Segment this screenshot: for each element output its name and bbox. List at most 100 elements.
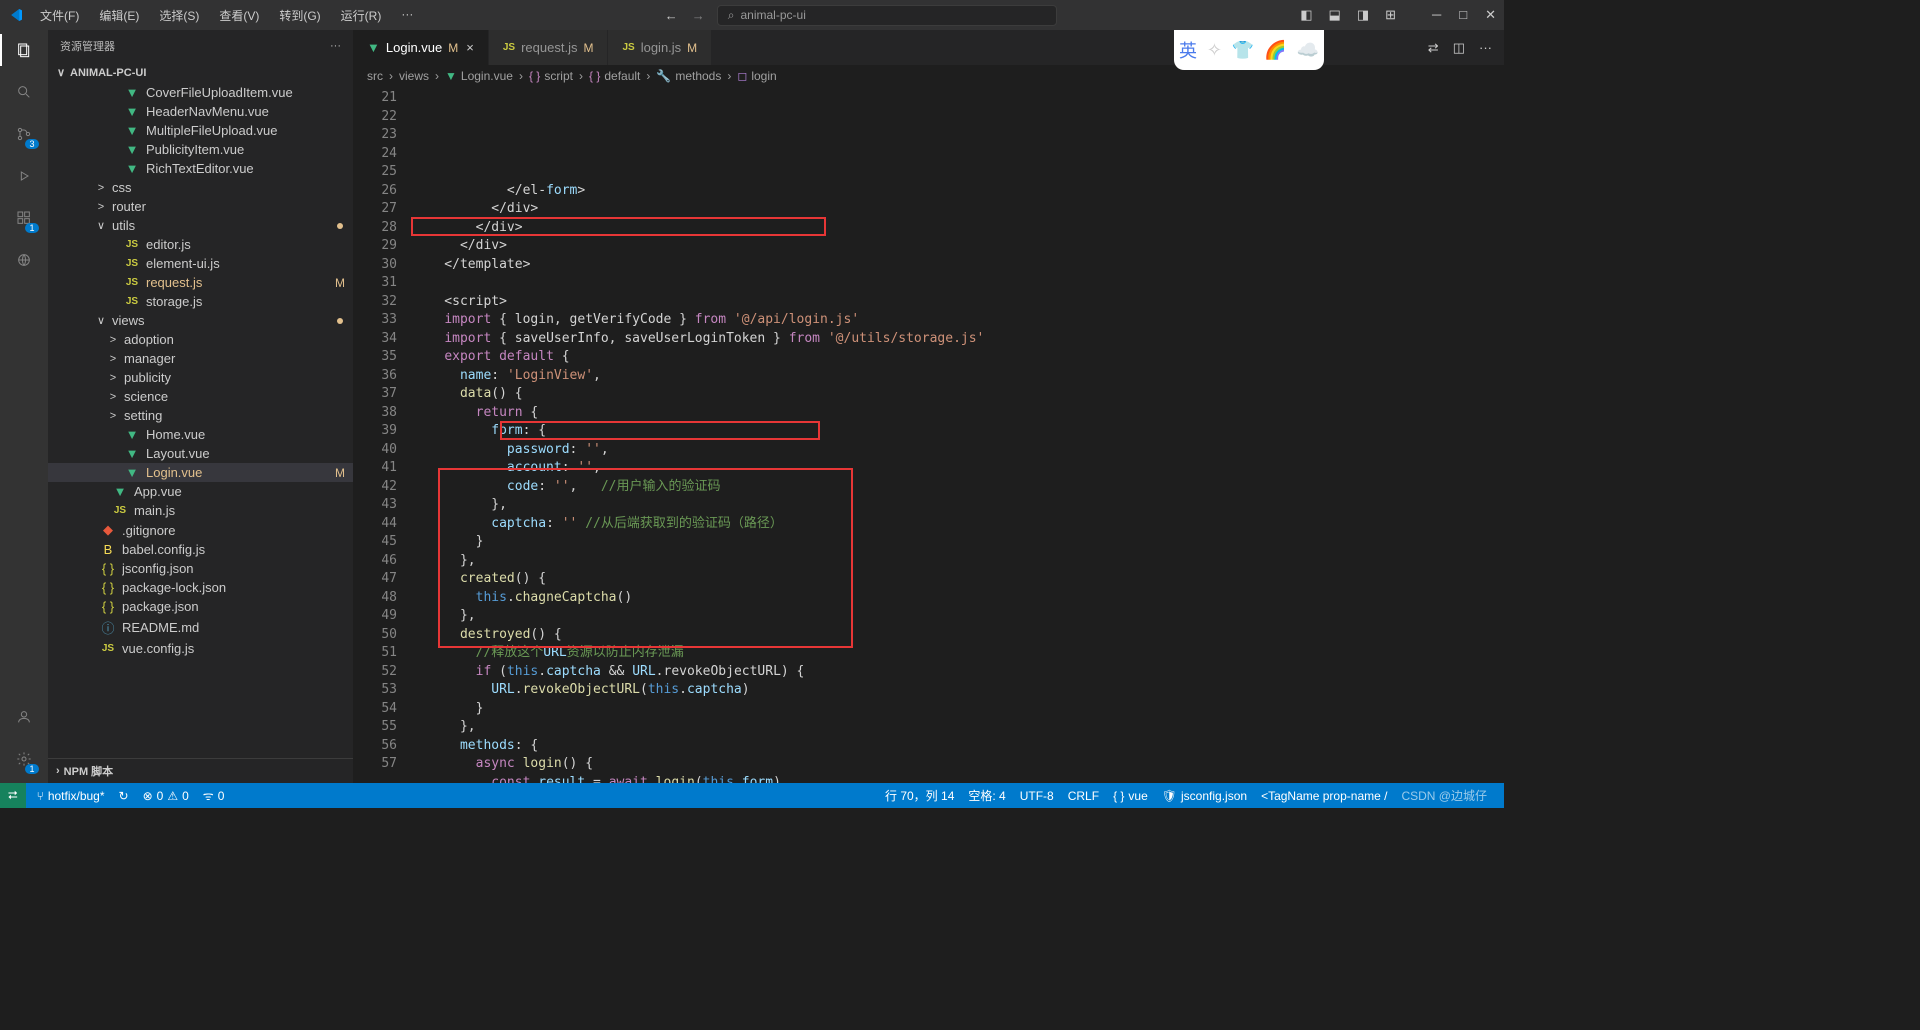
tree-file[interactable]: JSvue.config.js: [48, 639, 353, 658]
npm-scripts-section[interactable]: › NPM 脚本: [48, 758, 353, 783]
compare-icon[interactable]: ⇄: [1428, 40, 1439, 56]
tree-file[interactable]: ▼PublicityItem.vue: [48, 140, 353, 159]
jsconfig[interactable]: 🛡 jsconfig.json: [1155, 787, 1254, 804]
tree-file[interactable]: ▼App.vue: [48, 482, 353, 501]
breadcrumb-item[interactable]: src: [367, 69, 383, 83]
encoding[interactable]: UTF-8: [1013, 787, 1061, 804]
code-content[interactable]: </el-form> </div> </div> </div> </templa…: [413, 87, 1504, 783]
tree-file[interactable]: JSeditor.js: [48, 235, 353, 254]
ports[interactable]: ᯤ0: [196, 783, 232, 808]
extensions-icon[interactable]: 1: [12, 206, 36, 230]
tree-file[interactable]: JSmain.js: [48, 501, 353, 520]
tree-file[interactable]: ▼HeaderNavMenu.vue: [48, 102, 353, 121]
indentation[interactable]: 空格: 4: [961, 787, 1012, 804]
breadcrumb-item[interactable]: 🔧 methods: [656, 69, 721, 83]
more-actions-icon[interactable]: ···: [1479, 40, 1492, 56]
window-minimize-icon[interactable]: ─: [1432, 7, 1441, 23]
tree-folder[interactable]: >css: [48, 178, 353, 197]
git-sync[interactable]: ↻: [112, 783, 136, 808]
tree-file[interactable]: ⓘREADME.md: [48, 616, 353, 639]
vscode-logo-icon: [8, 7, 24, 23]
tree-folder[interactable]: ∨views: [48, 311, 353, 330]
tree-file[interactable]: ▼Login.vueM: [48, 463, 353, 482]
layout-customize-icon[interactable]: ⊞: [1385, 7, 1396, 23]
search-icon[interactable]: [12, 80, 36, 104]
tree-file[interactable]: ▼CoverFileUploadItem.vue: [48, 83, 353, 102]
breadcrumb-item[interactable]: ◻ login: [737, 69, 776, 83]
menu-item[interactable]: ···: [393, 3, 421, 28]
search-icon: ⌕: [728, 8, 735, 23]
editor-body[interactable]: 2122232425262728293031323334353637383940…: [353, 87, 1504, 783]
tree-file[interactable]: ▼Layout.vue: [48, 444, 353, 463]
layout-panel-bottom-icon[interactable]: ⬓: [1329, 7, 1341, 23]
cursor-position[interactable]: 行 70，列 14: [878, 787, 961, 804]
branch-icon: ⑂: [37, 789, 44, 803]
eol[interactable]: CRLF: [1061, 787, 1106, 804]
tree-file[interactable]: ◆.gitignore: [48, 520, 353, 540]
activity-bar: 3 1 1: [0, 30, 48, 783]
git-branch[interactable]: ⑂hotfix/bug*: [30, 783, 112, 808]
menu-item[interactable]: 查看(V): [211, 3, 267, 28]
menu-item[interactable]: 运行(R): [333, 3, 390, 28]
tree-folder[interactable]: >router: [48, 197, 353, 216]
tree-folder[interactable]: >manager: [48, 349, 353, 368]
settings-icon[interactable]: 1: [12, 747, 36, 771]
tree-folder[interactable]: >setting: [48, 406, 353, 425]
chevron-down-icon: ∨: [56, 66, 66, 79]
chevron-right-icon: ›: [56, 765, 60, 777]
menu-item[interactable]: 转到(G): [271, 3, 328, 28]
eslint-status[interactable]: <TagName prop-name /: [1254, 787, 1394, 804]
nav-back-icon[interactable]: ←: [665, 8, 678, 23]
split-editor-icon[interactable]: ◫: [1453, 40, 1465, 56]
remote-icon[interactable]: [12, 248, 36, 272]
layout-panel-right-icon[interactable]: ◨: [1357, 7, 1369, 23]
tree-folder[interactable]: >publicity: [48, 368, 353, 387]
breadcrumbs[interactable]: src› views›▼ Login.vue›{ } script›{ } de…: [353, 65, 1504, 87]
remote-icon: ⮂: [8, 788, 18, 803]
tree-file[interactable]: { }package.json: [48, 597, 353, 616]
tree-folder[interactable]: >adoption: [48, 330, 353, 349]
language-mode[interactable]: { } vue: [1106, 787, 1155, 804]
tree-file[interactable]: ▼MultipleFileUpload.vue: [48, 121, 353, 140]
window-maximize-icon[interactable]: □: [1459, 7, 1467, 23]
breadcrumb-item[interactable]: views: [399, 69, 429, 83]
tree-file[interactable]: JSelement-ui.js: [48, 254, 353, 273]
nav-forward-icon[interactable]: →: [692, 8, 705, 23]
problems[interactable]: ⊗0 ⚠0: [136, 783, 196, 808]
tree-file[interactable]: Bbabel.config.js: [48, 540, 353, 559]
sidebar-more-icon[interactable]: ···: [330, 40, 341, 52]
project-header[interactable]: ∨ ANIMAL-PC-UI: [48, 62, 353, 83]
tree-file[interactable]: { }package-lock.json: [48, 578, 353, 597]
menu-item[interactable]: 编辑(E): [91, 3, 147, 28]
tree-file[interactable]: JSstorage.js: [48, 292, 353, 311]
editor-tab[interactable]: ▼Login.vueM×: [353, 30, 489, 65]
editor-tab[interactable]: JSrequest.jsM: [489, 30, 609, 65]
breadcrumb-item[interactable]: { } script: [529, 69, 573, 83]
watermark: CSDN @边城仔: [1394, 787, 1494, 804]
menu-item[interactable]: 文件(F): [32, 3, 87, 28]
antenna-icon: ᯤ: [203, 787, 214, 804]
warning-icon: ⚠: [167, 789, 178, 803]
layout-panel-left-icon[interactable]: ◧: [1300, 7, 1312, 23]
scm-icon[interactable]: 3: [12, 122, 36, 146]
tree-folder[interactable]: >science: [48, 387, 353, 406]
tree-file[interactable]: { }jsconfig.json: [48, 559, 353, 578]
breadcrumb-item[interactable]: { } default: [589, 69, 640, 83]
editor-tab[interactable]: JSlogin.jsM: [608, 30, 712, 65]
menu-item[interactable]: 选择(S): [151, 3, 207, 28]
ime-widget[interactable]: 英✧👕🌈☁️: [1174, 30, 1324, 70]
file-tree: ▼CoverFileUploadItem.vue▼HeaderNavMenu.v…: [48, 83, 353, 758]
tree-folder[interactable]: ∨utils: [48, 216, 353, 235]
breadcrumb-item[interactable]: ▼ Login.vue: [445, 69, 513, 83]
remote-indicator[interactable]: ⮂: [0, 783, 26, 808]
tree-file[interactable]: JSrequest.jsM: [48, 273, 353, 292]
account-icon[interactable]: [12, 705, 36, 729]
command-center[interactable]: ⌕ animal-pc-ui: [717, 5, 1057, 26]
debug-icon[interactable]: [12, 164, 36, 188]
sidebar: 资源管理器 ··· ∨ ANIMAL-PC-UI ▼CoverFileUploa…: [48, 30, 353, 783]
tree-file[interactable]: ▼Home.vue: [48, 425, 353, 444]
window-close-icon[interactable]: ✕: [1485, 7, 1496, 23]
explorer-icon[interactable]: [12, 38, 36, 62]
close-icon[interactable]: ×: [466, 40, 474, 55]
tree-file[interactable]: ▼RichTextEditor.vue: [48, 159, 353, 178]
